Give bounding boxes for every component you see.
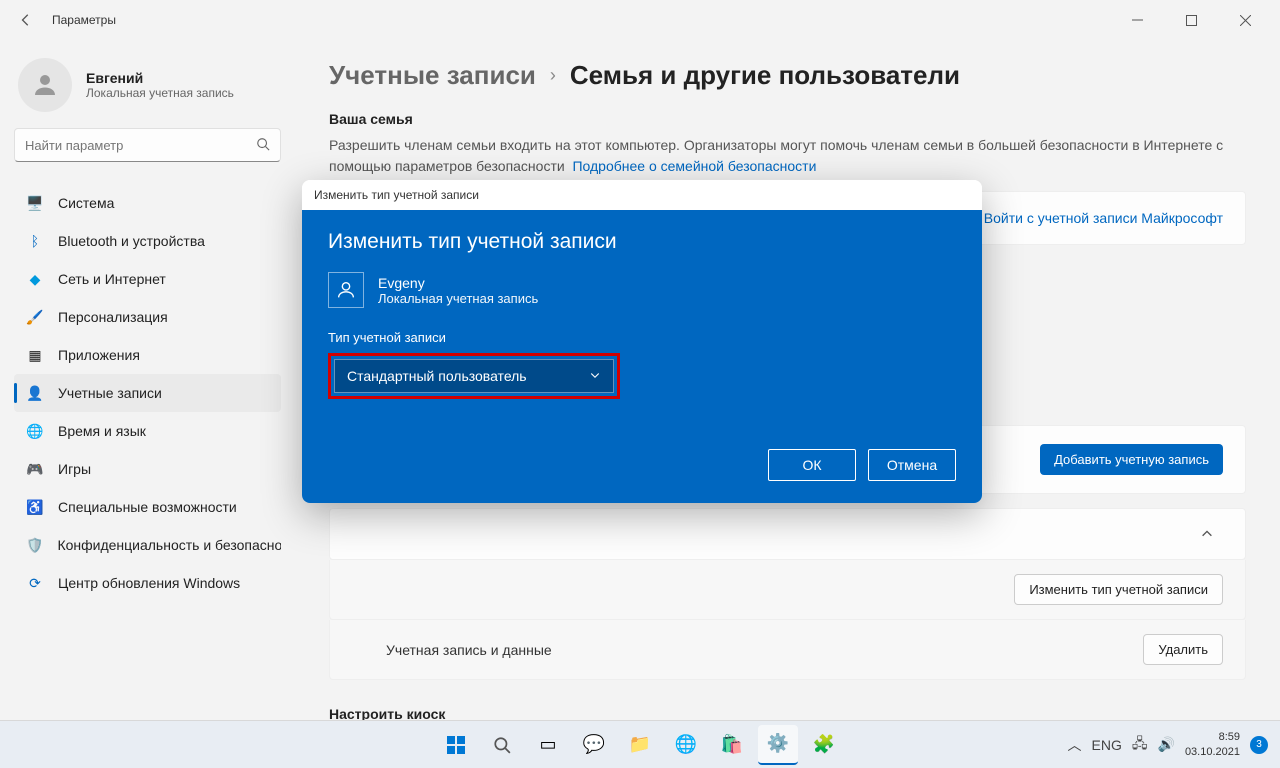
dialog-user-block: Evgeny Локальная учетная запись [328,272,956,308]
profile-subtitle: Локальная учетная запись [86,86,234,100]
clock-date: 03.10.2021 [1185,745,1240,759]
nav-list: 🖥️Система ᛒBluetooth и устройства ◆Сеть … [14,184,281,602]
avatar [18,58,72,112]
nav-personalization[interactable]: 🖌️Персонализация [14,298,281,336]
profile-name: Евгений [86,70,234,86]
account-type-selected: Стандартный пользователь [347,368,527,384]
titlebar: Параметры [0,0,1280,40]
search-input[interactable] [25,138,256,153]
clock[interactable]: 8:59 03.10.2021 [1185,730,1240,759]
profile-block[interactable]: Евгений Локальная учетная запись [14,48,281,128]
tray-chevron-icon[interactable]: ︿ [1068,735,1082,755]
maximize-button[interactable] [1176,5,1206,35]
explorer-icon[interactable]: 📁 [620,725,660,765]
sidebar: Евгений Локальная учетная запись 🖥️Систе… [0,40,295,720]
family-safety-link[interactable]: Подробнее о семейной безопасности [572,158,816,174]
task-view-icon[interactable]: ▭ [528,725,568,765]
notification-badge[interactable]: 3 [1250,736,1268,754]
gaming-icon: 🎮 [26,460,44,478]
account-data-row: Учетная запись и данные Удалить [329,620,1246,680]
nav-network[interactable]: ◆Сеть и Интернет [14,260,281,298]
nav-privacy[interactable]: 🛡️Конфиденциальность и безопасность [14,526,281,564]
family-section-desc: Разрешить членам семьи входить на этот к… [329,135,1246,177]
kiosk-section-title: Настроить киоск [329,706,1246,720]
change-account-type-dialog: Изменить тип учетной записи Изменить тип… [302,180,982,503]
window-title: Параметры [52,13,116,27]
dialog-window-title: Изменить тип учетной записи [302,180,982,210]
taskbar: ▭ 💬 📁 🌐 🛍️ ⚙️ 🧩 ︿ ENG 🖧 🔊 8:59 03.10.202… [0,720,1280,768]
dialog-username: Evgeny [378,275,538,291]
personalization-icon: 🖌️ [26,308,44,326]
breadcrumb-parent[interactable]: Учетные записи [329,60,536,91]
search-input-wrapper[interactable] [14,128,281,162]
settings-taskbar-icon[interactable]: ⚙️ [758,725,798,765]
account-type-select[interactable]: Стандартный пользователь [334,359,614,393]
taskbar-search-icon[interactable] [482,725,522,765]
privacy-icon: 🛡️ [26,536,43,554]
accessibility-icon: ♿ [26,498,44,516]
network-icon: ◆ [26,270,44,288]
nav-system[interactable]: 🖥️Система [14,184,281,222]
apps-icon: ▦ [26,346,44,364]
family-section-title: Ваша семья [329,111,1246,127]
chevron-down-icon [589,368,601,384]
breadcrumb-current: Семья и другие пользователи [570,60,960,91]
close-button[interactable] [1230,5,1260,35]
bluetooth-icon: ᛒ [26,232,44,250]
breadcrumb: Учетные записи › Семья и другие пользова… [329,60,1246,91]
start-button[interactable] [436,725,476,765]
app-icon[interactable]: 🧩 [804,725,844,765]
cancel-button[interactable]: Отмена [868,449,956,481]
minimize-button[interactable] [1122,5,1152,35]
nav-time[interactable]: 🌐Время и язык [14,412,281,450]
signin-link[interactable]: Войти с учетной записи Майкрософт [984,210,1223,226]
change-type-row: Изменить тип учетной записи [329,560,1246,620]
add-account-button[interactable]: Добавить учетную запись [1040,444,1223,475]
edge-icon[interactable]: 🌐 [666,725,706,765]
store-icon[interactable]: 🛍️ [712,725,752,765]
nav-apps[interactable]: ▦Приложения [14,336,281,374]
nav-accessibility[interactable]: ♿Специальные возможности [14,488,281,526]
network-tray-icon[interactable]: 🖧 [1132,733,1148,757]
change-type-button[interactable]: Изменить тип учетной записи [1014,574,1223,605]
highlight-box: Стандартный пользователь [328,353,620,399]
dialog-type-label: Тип учетной записи [328,330,956,345]
system-icon: 🖥️ [26,194,44,212]
nav-gaming[interactable]: 🎮Игры [14,450,281,488]
accounts-icon: 👤 [26,384,44,402]
nav-update[interactable]: ⟳Центр обновления Windows [14,564,281,602]
time-icon: 🌐 [26,422,44,440]
account-data-label: Учетная запись и данные [386,642,552,658]
clock-time: 8:59 [1185,730,1240,744]
nav-bluetooth[interactable]: ᛒBluetooth и устройства [14,222,281,260]
user-expanded-card[interactable] [329,508,1246,560]
dialog-usersub: Локальная учетная запись [378,291,538,306]
language-indicator[interactable]: ENG [1092,737,1122,753]
back-button[interactable] [12,6,40,34]
breadcrumb-separator: › [550,65,556,86]
delete-button[interactable]: Удалить [1143,634,1223,665]
ok-button[interactable]: ОК [768,449,856,481]
volume-tray-icon[interactable]: 🔊 [1158,736,1175,753]
nav-accounts[interactable]: 👤Учетные записи [14,374,281,412]
dialog-avatar-icon [328,272,364,308]
widgets-icon[interactable]: 💬 [574,725,614,765]
chevron-up-icon[interactable] [1191,527,1223,541]
update-icon: ⟳ [26,574,44,592]
search-icon [256,137,270,154]
dialog-heading: Изменить тип учетной записи [328,230,956,254]
